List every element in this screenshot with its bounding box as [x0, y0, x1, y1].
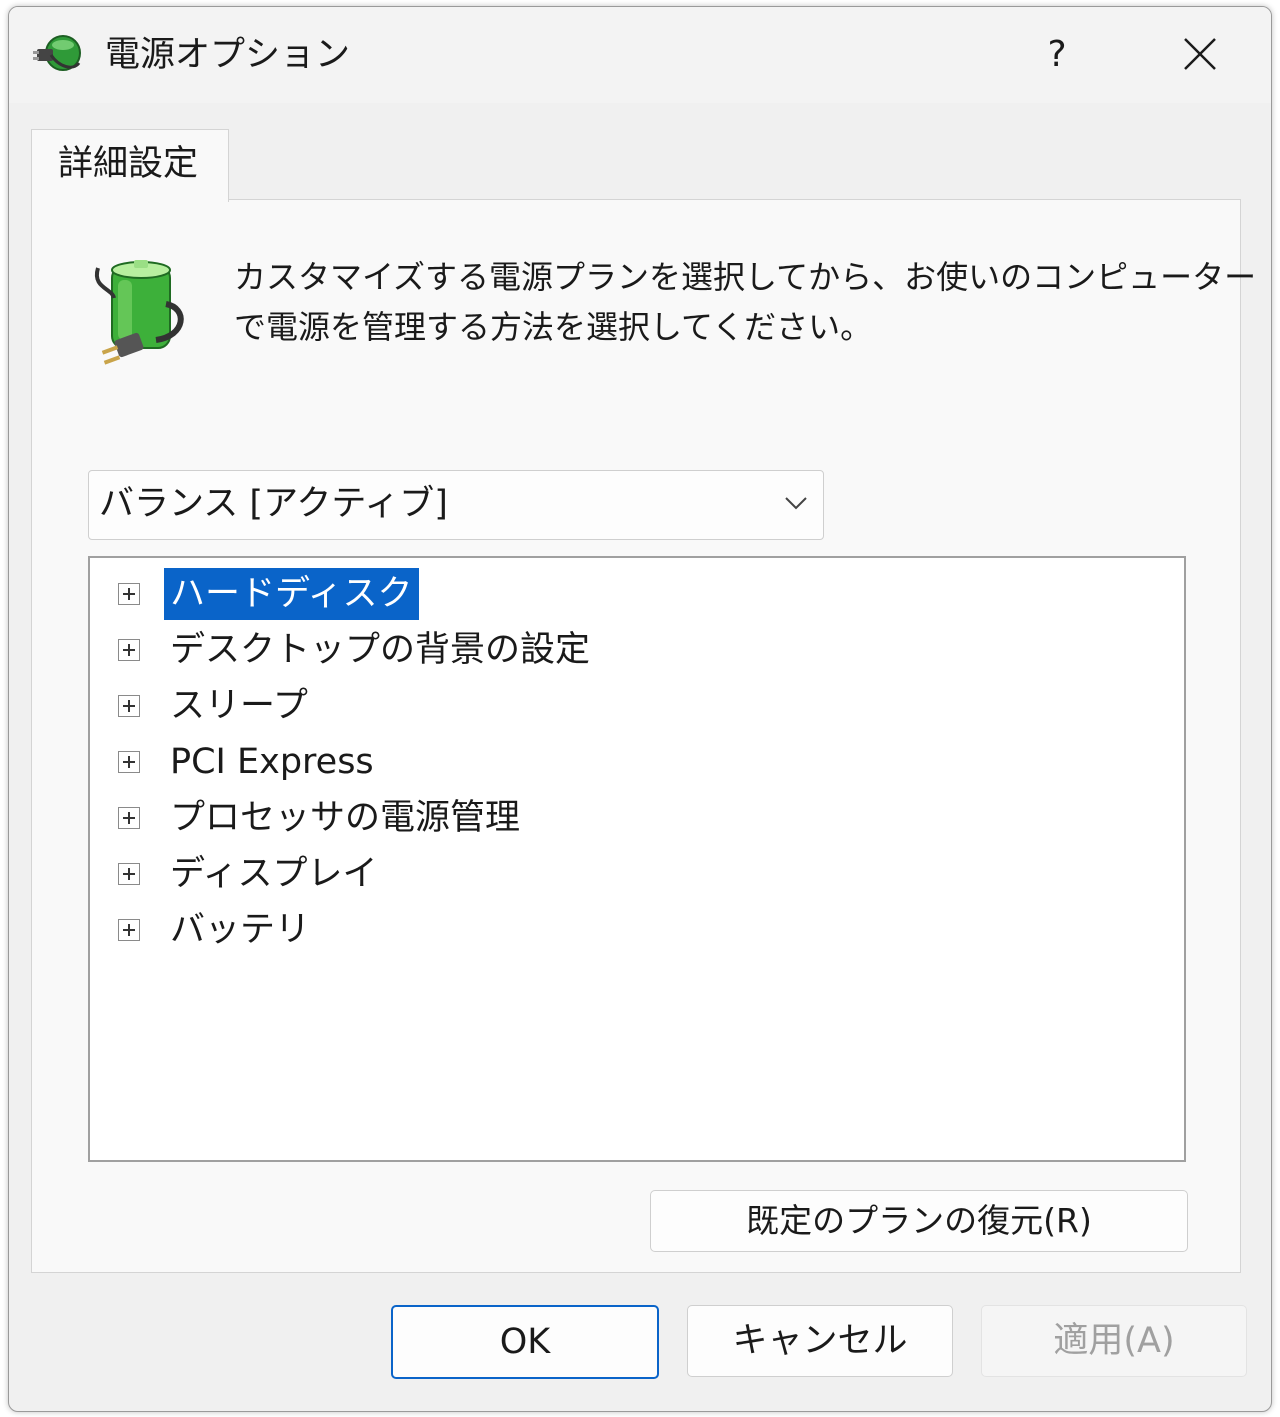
restore-defaults-button[interactable]: 既定のプランの復元(R)	[650, 1190, 1188, 1252]
battery-plug-icon	[94, 260, 184, 365]
plus-box-icon[interactable]	[118, 639, 140, 661]
power-plug-icon	[33, 35, 81, 71]
tree-item-label: デスクトップの背景の設定	[170, 630, 591, 670]
plus-box-icon[interactable]	[118, 807, 140, 829]
tab-advanced-settings[interactable]: 詳細設定	[31, 129, 229, 202]
plus-box-icon[interactable]	[118, 751, 140, 773]
power-plan-dropdown[interactable]: バランス [アクティブ]	[88, 470, 824, 540]
plus-box-icon[interactable]	[118, 919, 140, 941]
settings-panel: カスタマイズする電源プランを選択してから、お使いのコンピューター で電源を管理す…	[31, 199, 1257, 1273]
tab-label: 詳細設定	[58, 144, 199, 184]
plus-box-icon[interactable]	[118, 695, 140, 717]
help-button[interactable]: ?	[1027, 25, 1087, 85]
chevron-down-icon	[785, 497, 807, 510]
description-line-2: で電源を管理する方法を選択してください。	[234, 308, 873, 346]
settings-tree[interactable]: ハードディスク デスクトップの背景の設定 スリープ PCI Express プロ…	[88, 556, 1186, 1162]
tree-item-label: スリープ	[170, 686, 308, 726]
tree-item-label: プロセッサの電源管理	[170, 798, 521, 838]
description-text: カスタマイズする電源プランを選択してから、お使いのコンピューター で電源を管理す…	[234, 252, 1257, 352]
ok-button[interactable]: OK	[391, 1305, 659, 1379]
close-icon[interactable]	[1169, 25, 1229, 85]
tree-item-label: PCI Express	[170, 742, 374, 782]
tree-item-label: ディスプレイ	[170, 854, 378, 894]
apply-button[interactable]: 適用(A)	[981, 1305, 1247, 1377]
title-bar[interactable]: 電源オプション ?	[9, 7, 1271, 103]
power-plan-selected-value: バランス [アクティブ]	[99, 484, 448, 524]
window-title: 電源オプション	[105, 35, 351, 75]
plus-box-icon[interactable]	[118, 863, 140, 885]
tree-item-label: バッテリ	[170, 910, 311, 950]
description-line-1: カスタマイズする電源プランを選択してから、お使いのコンピューター	[234, 258, 1257, 296]
tree-item-label: ハードディスク	[164, 568, 419, 620]
cancel-button[interactable]: キャンセル	[687, 1305, 953, 1377]
power-options-dialog: 電源オプション ? 詳細設定 カスタマイズする電源プランを選択してから、お使いの…	[8, 6, 1272, 1412]
plus-box-icon[interactable]	[118, 583, 140, 605]
